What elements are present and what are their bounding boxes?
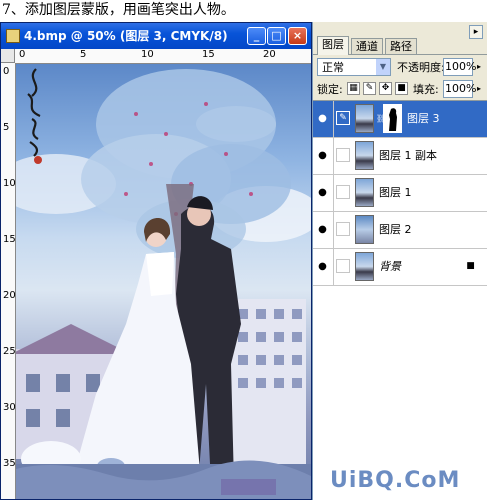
ruler-label: 0 bbox=[3, 66, 10, 77]
tab-paths[interactable]: 路径 bbox=[385, 38, 417, 54]
document-title: 4.bmp @ 50% (图层 3, CMYK/8) bbox=[24, 29, 228, 43]
eye-icon[interactable]: ● bbox=[315, 111, 330, 126]
blend-opacity-row: 正常 ▼ 不透明度: 100% ▸ bbox=[313, 56, 487, 78]
fill-input[interactable]: 100% bbox=[443, 80, 476, 98]
layer-row-layer-1-copy[interactable]: ● 图层 1 副本 bbox=[313, 138, 487, 175]
document-window: 4.bmp @ 50% (图层 3, CMYK/8) _ □ × 0 5 10 … bbox=[0, 22, 312, 500]
ruler-label: 10 bbox=[141, 49, 154, 60]
layers-panel: ▸ 图层 通道 路径 正常 ▼ 不透明度: 100% ▸ 锁定: ▦ ✎ ✥ ■… bbox=[312, 22, 487, 501]
tab-channels[interactable]: 通道 bbox=[351, 38, 383, 54]
lock-all-icon[interactable]: ■ bbox=[395, 82, 408, 95]
fill-slider-arrow-icon[interactable]: ▸ bbox=[474, 80, 484, 98]
link-slot[interactable] bbox=[336, 259, 350, 273]
eye-icon[interactable]: ● bbox=[315, 259, 330, 274]
brush-icon[interactable]: ✎ bbox=[336, 111, 350, 125]
photoshop-document-icon bbox=[6, 29, 20, 43]
layer-row-layer-3[interactable]: ● ✎ ⛓ 图层 3 bbox=[313, 101, 487, 138]
layer-row-layer-1[interactable]: ● 图层 1 bbox=[313, 175, 487, 212]
ruler-label: 5 bbox=[80, 49, 87, 60]
layer-thumbnail[interactable] bbox=[355, 104, 374, 133]
lock-icon: ■ bbox=[466, 261, 475, 271]
maximize-button[interactable]: □ bbox=[267, 27, 286, 45]
ruler-origin[interactable] bbox=[1, 49, 15, 63]
opacity-label: 不透明度: bbox=[397, 61, 445, 74]
eye-icon[interactable]: ● bbox=[315, 222, 330, 237]
ruler-label: 25 bbox=[3, 346, 16, 357]
wedding-photo bbox=[16, 69, 311, 499]
ruler-label: 20 bbox=[3, 290, 16, 301]
close-button[interactable]: × bbox=[288, 27, 307, 45]
ruler-label: 10 bbox=[3, 178, 16, 189]
ruler-label: 30 bbox=[3, 402, 16, 413]
ruler-label: 20 bbox=[263, 49, 276, 60]
chevron-down-icon[interactable]: ▼ bbox=[376, 59, 390, 75]
ruler-label: 15 bbox=[202, 49, 215, 60]
ruler-label: 0 bbox=[19, 49, 26, 60]
lock-position-icon[interactable]: ✥ bbox=[379, 82, 392, 95]
lock-label: 锁定: bbox=[317, 83, 343, 96]
layer-thumbnail[interactable] bbox=[355, 215, 374, 244]
link-slot[interactable] bbox=[336, 185, 350, 199]
panel-tabs: 图层 通道 路径 bbox=[313, 36, 487, 55]
column-divider bbox=[333, 101, 334, 138]
minimize-button[interactable]: _ bbox=[247, 27, 266, 45]
column-divider bbox=[333, 175, 334, 212]
lock-image-pixels-icon[interactable]: ✎ bbox=[363, 82, 376, 95]
tutorial-caption: 7、添加图层蒙版，用画笔突出人物。 bbox=[2, 2, 235, 18]
ruler-label: 35 bbox=[3, 458, 16, 469]
opacity-input[interactable]: 100% bbox=[443, 58, 476, 76]
document-titlebar[interactable]: 4.bmp @ 50% (图层 3, CMYK/8) _ □ × bbox=[1, 23, 311, 49]
fill-label: 填充: bbox=[413, 83, 439, 96]
image-canvas[interactable] bbox=[16, 64, 311, 499]
calligraphy-signature-watermark bbox=[27, 68, 42, 164]
layers-list: ● ✎ ⛓ 图层 3 ● 图层 1 副本 ● 图层 1 ● 图层 2 ● 背景 … bbox=[313, 100, 487, 501]
layer-thumbnail[interactable] bbox=[355, 252, 374, 281]
column-divider bbox=[333, 212, 334, 249]
column-divider bbox=[333, 249, 334, 286]
horizontal-ruler[interactable]: 0 5 10 15 20 bbox=[15, 49, 311, 64]
link-slot[interactable] bbox=[336, 222, 350, 236]
lock-fill-row: 锁定: ▦ ✎ ✥ ■ 填充: 100% ▸ bbox=[313, 79, 487, 99]
tab-layers[interactable]: 图层 bbox=[317, 36, 349, 55]
link-slot[interactable] bbox=[336, 148, 350, 162]
layer-thumbnail[interactable] bbox=[355, 178, 374, 207]
eye-icon[interactable]: ● bbox=[315, 185, 330, 200]
column-divider bbox=[333, 138, 334, 175]
layer-name[interactable]: 图层 1 bbox=[379, 186, 412, 200]
lock-transparent-pixels-icon[interactable]: ▦ bbox=[347, 82, 360, 95]
opacity-slider-arrow-icon[interactable]: ▸ bbox=[474, 58, 484, 76]
layer-name[interactable]: 图层 1 副本 bbox=[379, 149, 437, 163]
eye-icon[interactable]: ● bbox=[315, 148, 330, 163]
layer-row-layer-2[interactable]: ● 图层 2 bbox=[313, 212, 487, 249]
site-watermark: UiBQ.CoM bbox=[330, 468, 461, 493]
ruler-label: 5 bbox=[3, 122, 10, 133]
mask-link-icon[interactable]: ⛓ bbox=[376, 113, 386, 125]
ruler-label: 15 bbox=[3, 234, 16, 245]
layer-name[interactable]: 图层 3 bbox=[407, 112, 440, 126]
vertical-ruler[interactable]: 0 5 10 15 20 25 30 35 bbox=[1, 63, 16, 499]
blend-mode-select[interactable]: 正常 ▼ bbox=[317, 58, 391, 76]
layer-name[interactable]: 背景 bbox=[379, 260, 401, 274]
layer-name[interactable]: 图层 2 bbox=[379, 223, 412, 237]
layer-mask-thumbnail[interactable] bbox=[383, 104, 402, 133]
layer-row-background[interactable]: ● 背景 ■ bbox=[313, 249, 487, 286]
layer-thumbnail[interactable] bbox=[355, 141, 374, 170]
blend-mode-value: 正常 bbox=[322, 61, 344, 74]
mask-silhouette bbox=[389, 108, 397, 131]
